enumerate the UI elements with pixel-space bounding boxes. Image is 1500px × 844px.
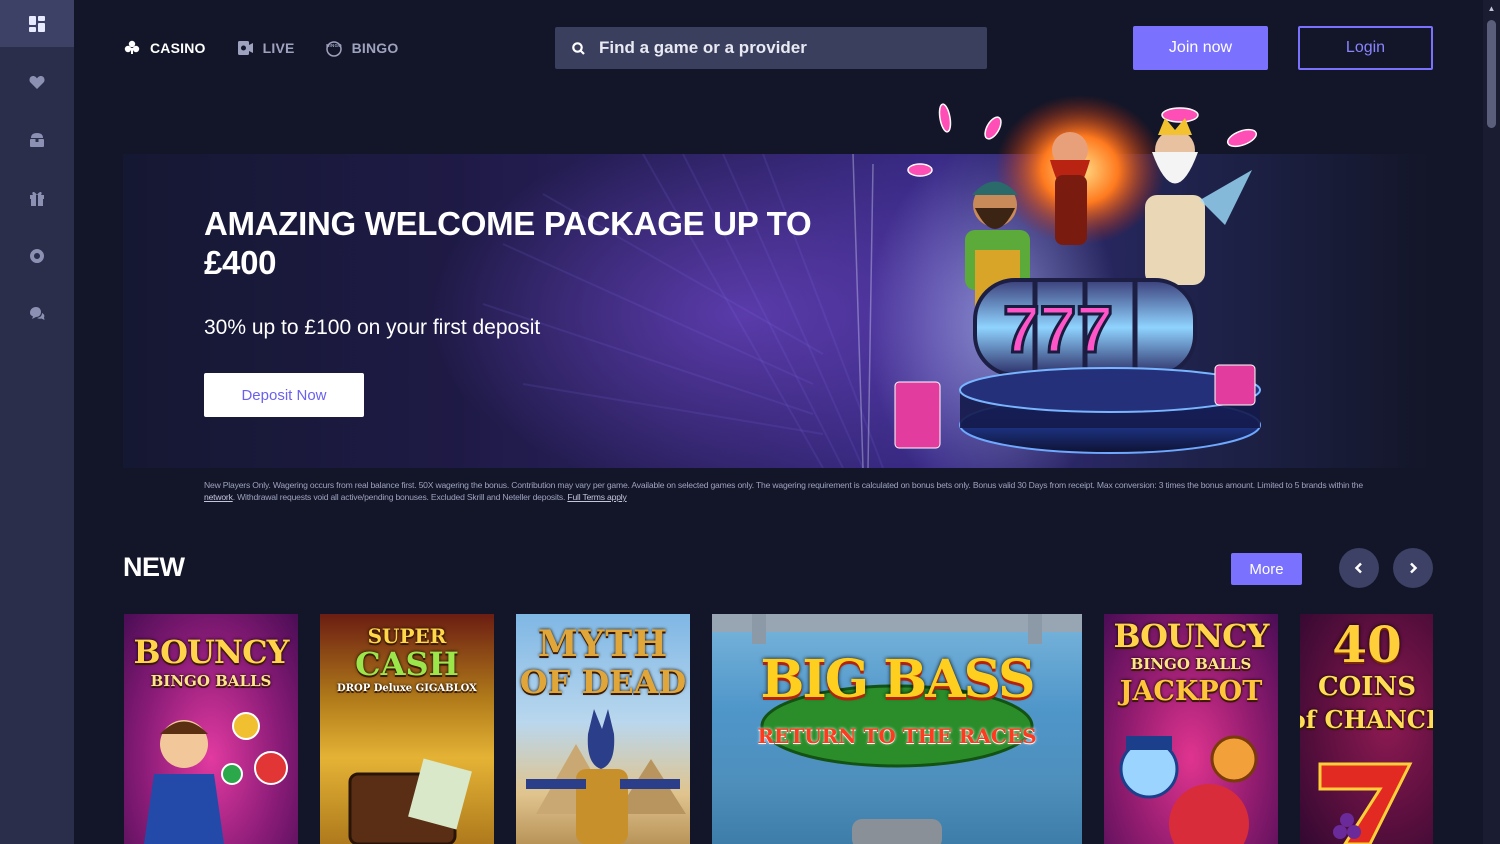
- game-tile-big-bass-return-to-the-races[interactable]: BIG BASS RETURN TO THE RACES: [712, 614, 1082, 844]
- game-title-line2: RETURN TO THE RACES: [757, 724, 1037, 748]
- game-tile-bouncy-bingo-balls-jackpot[interactable]: BOUNCY BINGO BALLS JACKPOT: [1104, 614, 1278, 844]
- treasure-chest-icon: [30, 132, 44, 147]
- game-character-art: [1119, 735, 1258, 844]
- game-tile-bouncy-bingo-balls[interactable]: BOUNCY BINGO BALLS: [124, 614, 298, 844]
- product-nav: CASINO LIVE BINGO BINGO: [123, 36, 428, 60]
- lifebuoy-icon: [30, 248, 45, 263]
- rail-rewards-button[interactable]: [0, 116, 74, 163]
- game-title-line1: BOUNCY: [1113, 617, 1270, 655]
- gift-icon: [30, 191, 44, 206]
- scroll-up-arrow-icon[interactable]: ▲: [1483, 0, 1500, 17]
- nav-live[interactable]: LIVE: [236, 39, 295, 57]
- hero-slot-machine-illustration: 777: [894, 95, 1261, 454]
- side-rail: [0, 0, 74, 844]
- game-title-line1: SUPER: [367, 624, 447, 648]
- rail-help-button[interactable]: [0, 232, 74, 279]
- game-title-line2: CASH: [355, 645, 459, 683]
- terms-text-b: . Withdrawal requests void all active/pe…: [232, 492, 568, 502]
- rail-promotions-button[interactable]: [0, 174, 74, 221]
- scrollbar-thumb[interactable]: [1487, 20, 1496, 128]
- wallet-illustration: [348, 758, 472, 844]
- rail-favorites-button[interactable]: [0, 58, 74, 105]
- game-tile-40-coins-of-chance[interactable]: 40 COINS of CHANCE: [1300, 614, 1433, 844]
- login-button[interactable]: Login: [1298, 26, 1433, 70]
- nav-casino-label: CASINO: [150, 40, 206, 56]
- game-title-line1: BIG BASS: [760, 649, 1035, 710]
- cards-clubs-icon: [124, 40, 140, 54]
- full-terms-link[interactable]: Full Terms apply: [567, 492, 626, 502]
- nav-casino[interactable]: CASINO: [123, 39, 206, 57]
- terms-text-a: New Players Only. Wagering occurs from r…: [204, 480, 1363, 490]
- live-dealer-icon: [237, 41, 253, 55]
- game-title-line1: MYTH: [537, 623, 669, 665]
- rail-chat-button[interactable]: [0, 290, 74, 337]
- game-character-art: [144, 712, 288, 844]
- game-title-line2: BINGO BALLS: [1130, 655, 1252, 673]
- games-grid-icon: [29, 15, 45, 32]
- deposit-now-button[interactable]: Deposit Now: [204, 373, 364, 417]
- new-games-carousel: BOUNCY BINGO BALLS SUPER CASH DROP Delux…: [124, 614, 1433, 844]
- chevron-left-icon: [1354, 562, 1362, 574]
- bingo-ball-icon: BINGO: [326, 41, 342, 57]
- search-input[interactable]: [599, 38, 959, 58]
- game-title-line3: JACKPOT: [1119, 676, 1263, 707]
- nav-bingo[interactable]: BINGO BINGO: [325, 39, 399, 57]
- game-tile-myth-of-dead[interactable]: MYTH OF DEAD: [516, 614, 690, 844]
- more-button[interactable]: More: [1231, 553, 1302, 585]
- chevron-right-icon: [1410, 562, 1418, 574]
- game-title-line2: COINS: [1317, 672, 1417, 702]
- carousel-next-button[interactable]: [1393, 548, 1433, 588]
- carousel-prev-button[interactable]: [1339, 548, 1379, 588]
- rail-games-button[interactable]: [0, 0, 74, 47]
- heart-icon: [29, 75, 45, 89]
- game-title-line2: BINGO BALLS: [150, 672, 272, 690]
- page-scrollbar[interactable]: ▲: [1483, 0, 1500, 844]
- reel-digits: 777: [1003, 292, 1113, 366]
- anubis-illustration: [526, 709, 686, 844]
- game-title-line3: DROP Deluxe GIGABLOX: [337, 683, 477, 694]
- game-title-line1: 40: [1332, 615, 1402, 674]
- game-title-line2: OF DEAD: [519, 663, 687, 701]
- search-bar[interactable]: [555, 27, 987, 69]
- game-title-line3: of CHANCE: [1300, 705, 1433, 734]
- hero-subtitle: 30% up to £100 on your first deposit: [204, 316, 541, 339]
- section-title-new: NEW: [123, 552, 185, 582]
- bonus-terms: New Players Only. Wagering occurs from r…: [204, 479, 1374, 503]
- search-icon: [572, 41, 585, 55]
- svg-text:BINGO: BINGO: [326, 43, 342, 48]
- game-title-line1: BOUNCY: [133, 633, 290, 671]
- seven-and-grapes-art: [1318, 762, 1413, 844]
- network-link[interactable]: network: [204, 492, 233, 502]
- game-tile-super-cash-drop-deluxe[interactable]: SUPER CASH DROP Deluxe GIGABLOX: [320, 614, 494, 844]
- nav-bingo-label: BINGO: [351, 40, 399, 56]
- nav-live-label: LIVE: [262, 40, 295, 56]
- join-now-button[interactable]: Join now: [1133, 26, 1268, 70]
- chat-bubbles-icon: [30, 306, 45, 320]
- hero-title: AMAZING WELCOME PACKAGE UP TO £400: [204, 205, 812, 281]
